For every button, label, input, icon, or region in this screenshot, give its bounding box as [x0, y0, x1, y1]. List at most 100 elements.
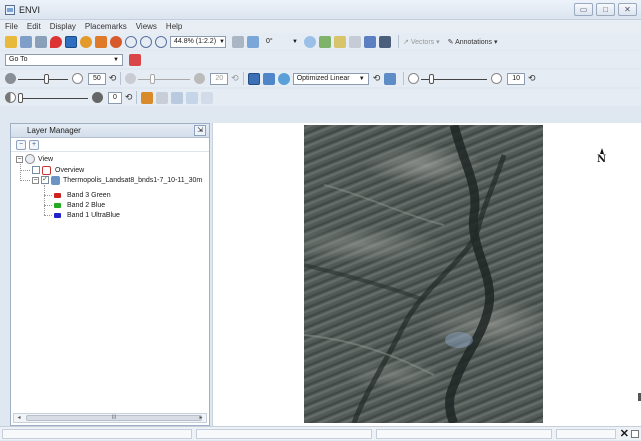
rotation-select[interactable]: 0° ▼ — [262, 36, 302, 48]
view-pyramid-icon[interactable] — [319, 35, 331, 48]
chevron-down-icon: ▼ — [358, 75, 365, 82]
menu-file[interactable]: File — [5, 20, 18, 33]
scroll-right-icon[interactable]: ▸ — [196, 414, 206, 422]
scroll-left-icon[interactable]: ◂ — [14, 414, 24, 422]
collapse-all-button[interactable]: − — [16, 139, 26, 150]
contrast-slider[interactable] — [138, 73, 191, 85]
menu-placemarks[interactable]: Placemarks — [85, 20, 127, 33]
crosshair-icon[interactable] — [304, 35, 316, 48]
layer-manager-icon[interactable] — [35, 35, 47, 48]
sharpen-decrease-icon[interactable] — [408, 73, 420, 84]
panel-pin-icon[interactable]: ⇲ — [194, 125, 206, 136]
contrast-decrease-icon[interactable] — [125, 73, 137, 84]
menu-views[interactable]: Views — [136, 20, 157, 33]
sharpen-increase-icon[interactable] — [491, 73, 503, 84]
close-icon[interactable]: ✕ — [620, 427, 629, 441]
tree-node-dataset[interactable]: − ✓ Thermopolis_Landsat8_bnds1-7_10-11_3… — [32, 175, 202, 185]
zoom-in-icon[interactable] — [125, 35, 137, 48]
expand-all-button[interactable]: + — [29, 139, 39, 150]
layer-manager-panel: Layer Manager ⇲ − + − View Overview − ✓ … — [10, 123, 210, 426]
transparency-thumb[interactable] — [18, 92, 23, 103]
print-icon[interactable] — [171, 91, 184, 104]
menu-edit[interactable]: Edit — [27, 20, 41, 33]
data-manager-icon[interactable] — [20, 35, 32, 48]
collapse-toggle[interactable]: − — [32, 176, 39, 184]
goto-select[interactable]: Go To ▼ — [5, 53, 123, 66]
brightness-slider[interactable] — [18, 73, 68, 85]
brightness-increase-icon[interactable] — [72, 73, 83, 84]
vectors-menu[interactable]: ↗ Vectors ▾ — [403, 38, 440, 46]
menu-help[interactable]: Help — [166, 20, 182, 33]
layer-manager-tools: − + — [11, 138, 209, 152]
zoom-level-select[interactable]: 44.8% (1:2.2) ▼ — [170, 35, 226, 48]
brightness-thumb[interactable] — [44, 73, 49, 84]
brightness-decrease-icon[interactable] — [5, 73, 16, 84]
rotate-right-icon[interactable] — [247, 35, 259, 48]
annotations-menu[interactable]: ✎ Annotations ▾ — [448, 38, 498, 46]
contrast-value[interactable]: 20 — [210, 72, 229, 85]
close-button[interactable]: ✕ — [618, 3, 637, 16]
contrast-increase-icon[interactable] — [194, 73, 206, 84]
overview-checkbox[interactable] — [32, 166, 40, 174]
tree-node-overview[interactable]: Overview — [32, 165, 84, 175]
tree-connector — [44, 195, 52, 196]
menu-display[interactable]: Display — [50, 20, 76, 33]
tree-node-band-green[interactable]: Band 2 Blue — [54, 200, 105, 210]
flicker-icon[interactable] — [379, 35, 391, 48]
transparency-increase-icon[interactable] — [92, 92, 103, 103]
pan-tool-icon[interactable] — [80, 35, 92, 48]
auto-stretch-icon[interactable] — [277, 72, 290, 85]
tree-node-band-red[interactable]: Band 3 Green — [54, 190, 111, 200]
scroll-thumb[interactable]: III — [26, 415, 202, 421]
snapshot-icon[interactable] — [186, 91, 199, 104]
collapse-toggle[interactable]: − — [16, 155, 23, 163]
linear-stretch-icon[interactable] — [247, 72, 260, 85]
tree-node-band-blue[interactable]: Band 1 UltraBlue — [54, 210, 120, 220]
image-view[interactable]: N — [212, 123, 641, 426]
status-bar: ✕ — [0, 426, 641, 440]
transparency-decrease-icon[interactable] — [5, 92, 16, 103]
stretch-reset-icon[interactable]: ⟲ — [373, 73, 381, 84]
transparency-slider[interactable] — [18, 92, 88, 104]
stretch-type-select[interactable]: Optimized Linear ▼ — [292, 72, 369, 85]
horizontal-scrollbar[interactable]: ◂ III ▸ — [13, 413, 207, 423]
fly-tool-icon[interactable] — [95, 35, 107, 48]
open-folder-icon[interactable] — [5, 35, 17, 48]
transparency-value[interactable]: 0 — [108, 91, 122, 104]
band-red-label: Band 3 Green — [67, 191, 111, 199]
dataset-checkbox[interactable]: ✓ — [41, 176, 49, 184]
export-view-icon[interactable] — [156, 91, 169, 104]
histogram-icon[interactable] — [262, 72, 275, 85]
resize-grip-icon[interactable] — [631, 430, 639, 438]
contrast-reset-icon[interactable]: ⟲ — [231, 73, 239, 84]
cursor-location-icon[interactable] — [50, 35, 62, 48]
sharpen-slider[interactable] — [421, 73, 488, 85]
contrast-thumb[interactable] — [150, 73, 156, 84]
fixed-zoom-icon[interactable] — [155, 35, 167, 48]
maximize-button[interactable]: □ — [596, 3, 615, 16]
swipe-icon[interactable] — [364, 35, 376, 48]
chip-view-icon[interactable] — [334, 35, 346, 48]
zoom-out-icon[interactable] — [140, 35, 152, 48]
chip-to-file-icon[interactable] — [141, 91, 154, 104]
select-tool-icon[interactable] — [65, 35, 77, 48]
tree-connector — [20, 161, 21, 181]
chevron-down-icon: ▼ — [219, 38, 225, 45]
satellite-image[interactable] — [304, 125, 543, 423]
tree-node-view[interactable]: − View — [16, 154, 53, 164]
go-button-icon[interactable] — [129, 53, 141, 66]
sharpen-reset-icon[interactable]: ⟲ — [528, 73, 536, 84]
green-channel-icon — [54, 202, 61, 208]
rotate-left-icon[interactable] — [232, 35, 244, 48]
transparency-reset-icon[interactable]: ⟲ — [125, 92, 133, 103]
contrast-track — [138, 78, 191, 80]
sharpen-value[interactable]: 10 — [507, 72, 526, 85]
sharpen-thumb[interactable] — [429, 73, 435, 84]
sharpen-icon[interactable] — [384, 72, 397, 85]
portal-icon[interactable] — [349, 35, 361, 48]
brightness-value[interactable]: 50 — [88, 72, 106, 85]
link-views-icon[interactable] — [201, 91, 214, 104]
brightness-reset-icon[interactable]: ⟲ — [109, 73, 117, 84]
minimize-button[interactable]: ▭ — [574, 3, 593, 16]
rotate-tool-icon[interactable] — [110, 35, 122, 48]
